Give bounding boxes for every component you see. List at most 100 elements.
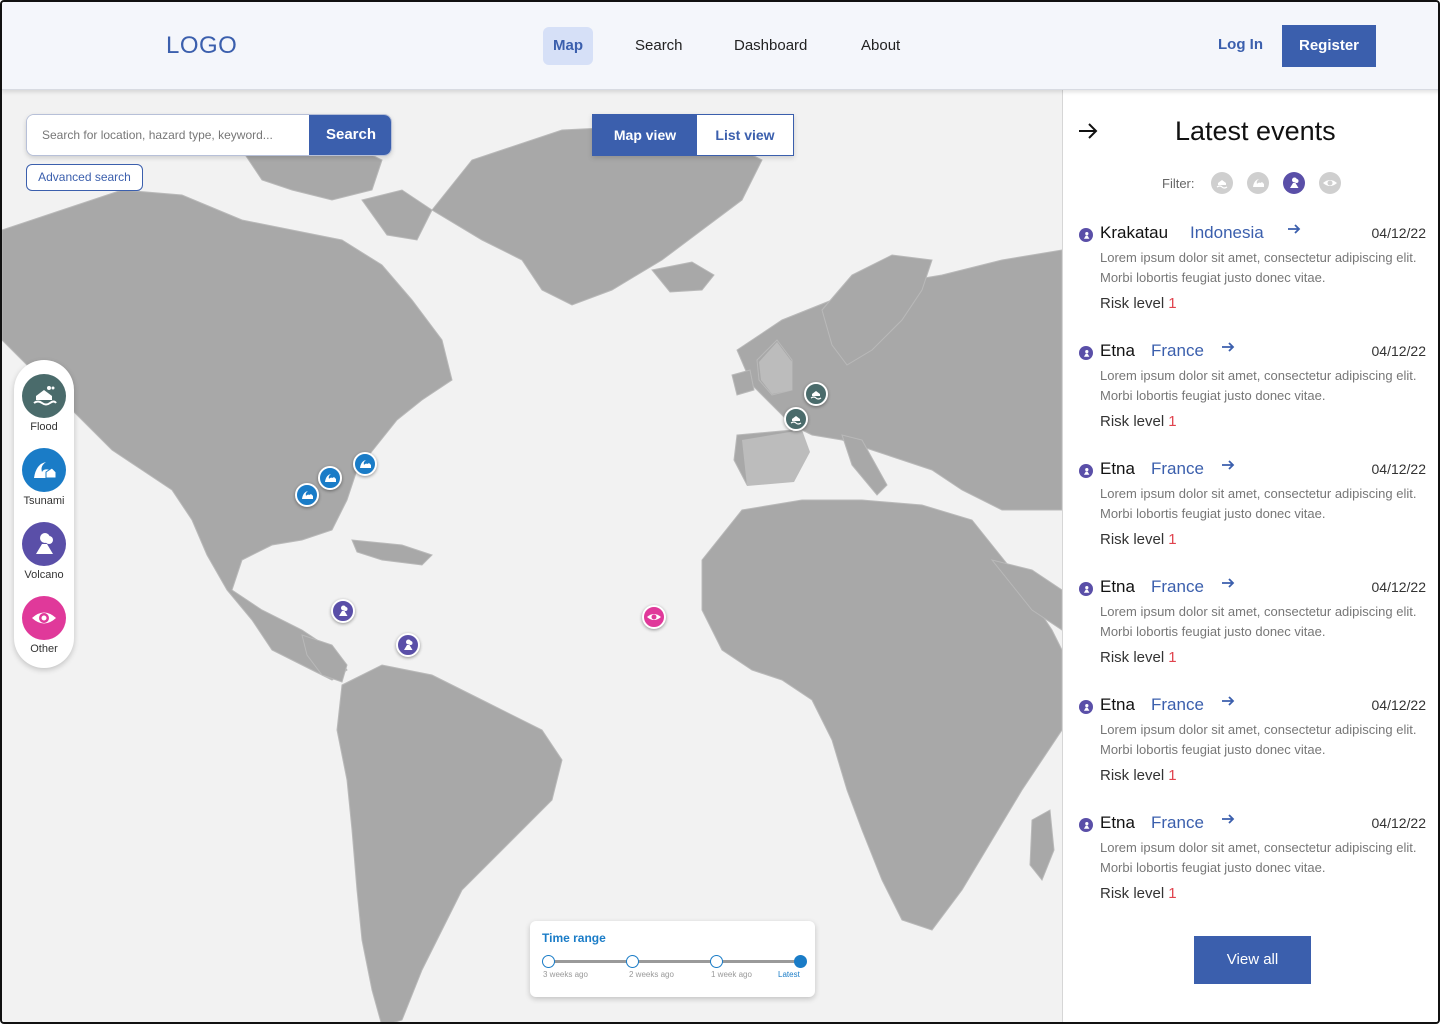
- event-country-link[interactable]: France: [1151, 459, 1204, 479]
- arrow-right-icon[interactable]: [1220, 339, 1236, 360]
- time-range-title: Time range: [542, 931, 606, 945]
- map-marker-other[interactable]: [642, 605, 666, 629]
- event-country-link[interactable]: France: [1151, 577, 1204, 597]
- filter-tsunami-icon[interactable]: [1247, 172, 1269, 194]
- volcano-icon: [339, 605, 348, 616]
- event-item[interactable]: Etna France 04/12/22 Lorem ipsum dolor s…: [1078, 810, 1428, 920]
- search-button[interactable]: Search: [309, 115, 391, 155]
- map-marker-flood[interactable]: [784, 407, 808, 431]
- view-toggle: Map view List view: [592, 114, 794, 156]
- collapse-panel-arrow-icon[interactable]: [1077, 120, 1099, 148]
- filter-other-icon[interactable]: [1319, 172, 1341, 194]
- time-range-label: Latest: [778, 970, 800, 979]
- event-country-link[interactable]: Indonesia: [1190, 223, 1264, 243]
- event-item[interactable]: Etna France 04/12/22 Lorem ipsum dolor s…: [1078, 574, 1428, 684]
- time-range-label: 1 week ago: [711, 970, 752, 979]
- register-button[interactable]: Register: [1282, 25, 1376, 67]
- event-risk: Risk level 1: [1100, 531, 1177, 548]
- time-range-stop-1-week[interactable]: [710, 955, 723, 968]
- event-item[interactable]: Krakatau Indonesia 04/12/22 Lorem ipsum …: [1078, 220, 1428, 330]
- tsunami-icon: [360, 460, 371, 468]
- logo[interactable]: LOGO: [166, 32, 237, 60]
- event-item[interactable]: Etna France 04/12/22 Lorem ipsum dolor s…: [1078, 692, 1428, 802]
- volcano-icon: [1079, 582, 1093, 596]
- world-map[interactable]: Search Advanced search Map view List vie…: [2, 90, 1062, 1022]
- volcano-icon: [1079, 228, 1093, 242]
- latest-events-panel: Latest events Filter: Krakatau Indonesia…: [1062, 90, 1438, 1022]
- event-country-link[interactable]: France: [1151, 695, 1204, 715]
- arrow-right-icon[interactable]: [1286, 221, 1302, 242]
- time-range-stop-3-weeks[interactable]: [542, 955, 555, 968]
- volcano-icon: [404, 639, 413, 650]
- flood-icon: [22, 374, 66, 418]
- event-name: Etna: [1100, 813, 1135, 832]
- map-view-button[interactable]: Map view: [593, 115, 697, 155]
- search-input[interactable]: [27, 115, 309, 155]
- legend-label-volcano: Volcano: [24, 569, 64, 581]
- map-marker-tsunami[interactable]: [295, 483, 319, 507]
- legend-item-other[interactable]: Other: [20, 596, 68, 655]
- event-item[interactable]: Etna France 04/12/22 Lorem ipsum dolor s…: [1078, 338, 1428, 448]
- flood-icon: [810, 391, 822, 400]
- event-name: Etna: [1100, 695, 1135, 714]
- nav-map[interactable]: Map: [543, 27, 593, 65]
- event-description: Lorem ipsum dolor sit amet, consectetur …: [1100, 722, 1417, 757]
- risk-label: Risk level: [1100, 295, 1165, 312]
- map-marker-tsunami[interactable]: [318, 466, 342, 490]
- filter-volcano-icon[interactable]: [1283, 172, 1305, 194]
- event-date: 04/12/22: [1371, 579, 1427, 595]
- time-range-slider[interactable]: Time range 3 weeks ago 2 weeks ago 1 wee…: [530, 921, 815, 997]
- nav-about[interactable]: About: [851, 27, 910, 65]
- list-view-button[interactable]: List view: [697, 115, 793, 155]
- event-description: Lorem ipsum dolor sit amet, consectetur …: [1100, 840, 1417, 875]
- arrow-right-icon[interactable]: [1220, 811, 1236, 832]
- nav-dashboard[interactable]: Dashboard: [724, 27, 817, 65]
- event-description: Lorem ipsum dolor sit amet, consectetur …: [1100, 250, 1417, 285]
- login-link[interactable]: Log In: [1218, 36, 1263, 53]
- event-date: 04/12/22: [1371, 343, 1427, 359]
- legend-item-volcano[interactable]: Volcano: [20, 522, 68, 581]
- event-date: 04/12/22: [1371, 815, 1427, 831]
- legend-item-tsunami[interactable]: Tsunami: [20, 448, 68, 507]
- advanced-search-button[interactable]: Advanced search: [26, 164, 143, 191]
- map-marker-volcano[interactable]: [331, 599, 355, 623]
- map-marker-tsunami[interactable]: [353, 452, 377, 476]
- map-marker-flood[interactable]: [804, 382, 828, 406]
- risk-label: Risk level: [1100, 767, 1165, 784]
- volcano-icon: [1079, 346, 1093, 360]
- risk-label: Risk level: [1100, 413, 1165, 430]
- legend-label-tsunami: Tsunami: [23, 495, 65, 507]
- filter-flood-icon[interactable]: [1211, 172, 1233, 194]
- event-description: Lorem ipsum dolor sit amet, consectetur …: [1100, 486, 1417, 521]
- arrow-right-icon[interactable]: [1220, 693, 1236, 714]
- arrow-right-icon[interactable]: [1220, 457, 1236, 478]
- event-risk: Risk level 1: [1100, 295, 1177, 312]
- event-risk: Risk level 1: [1100, 767, 1177, 784]
- time-range-stop-2-weeks[interactable]: [626, 955, 639, 968]
- event-risk: Risk level 1: [1100, 649, 1177, 666]
- volcano-icon: [1079, 818, 1093, 832]
- risk-value: 1: [1168, 885, 1177, 902]
- search-bar: Search: [26, 114, 392, 156]
- event-country-link[interactable]: France: [1151, 341, 1204, 361]
- view-all-button[interactable]: View all: [1194, 936, 1311, 984]
- map-marker-volcano[interactable]: [396, 633, 420, 657]
- arrow-right-icon[interactable]: [1220, 575, 1236, 596]
- legend-label-other: Other: [30, 643, 58, 655]
- event-country-link[interactable]: France: [1151, 813, 1204, 833]
- nav-search[interactable]: Search: [625, 27, 693, 65]
- tsunami-icon: [302, 491, 313, 499]
- risk-label: Risk level: [1100, 649, 1165, 666]
- event-risk: Risk level 1: [1100, 413, 1177, 430]
- legend-item-flood[interactable]: Flood: [20, 374, 68, 433]
- tsunami-icon: [325, 474, 336, 482]
- world-map-graphic: [2, 125, 1062, 1022]
- time-range-stop-latest[interactable]: [794, 955, 807, 968]
- risk-label: Risk level: [1100, 531, 1165, 548]
- event-date: 04/12/22: [1371, 461, 1427, 477]
- volcano-icon: [1079, 464, 1093, 478]
- event-item[interactable]: Etna France 04/12/22 Lorem ipsum dolor s…: [1078, 456, 1428, 566]
- time-range-track[interactable]: [548, 960, 800, 963]
- eye-icon: [647, 614, 661, 620]
- volcano-icon: [1079, 700, 1093, 714]
